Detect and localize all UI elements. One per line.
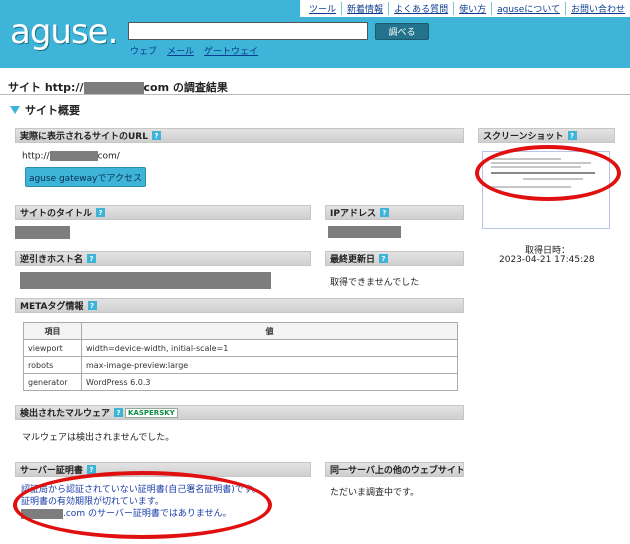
- meta-tag-table: 項目 値 viewport width=device-width, initia…: [23, 322, 458, 391]
- redacted-reverse-host: [20, 272, 271, 289]
- column-header-value: 値: [81, 322, 458, 340]
- url-prefix: http://: [22, 151, 50, 162]
- help-icon[interactable]: ?: [114, 408, 124, 417]
- section-title-site-title: サイトのタイトル: [20, 209, 93, 219]
- kaspersky-logo: KASPERSKY: [125, 407, 178, 418]
- page-title-suffix: com の調査結果: [143, 81, 228, 94]
- malware-result: マルウェアは検出されませんでした。: [22, 433, 175, 443]
- section-title-malware: 検出されたマルウェア: [20, 409, 111, 419]
- redacted-ip: [328, 226, 401, 238]
- redacted-site-title: [15, 226, 70, 239]
- table-row: generator WordPress 6.0.3: [23, 373, 458, 391]
- section-header-url: 実際に表示されるサイトのURL?: [15, 128, 464, 143]
- same-server-value: ただいま調査中です。: [330, 488, 420, 498]
- gateway-access-button[interactable]: aguse gatewayでアクセス: [25, 167, 146, 187]
- table-header-row: 項目 値: [23, 322, 458, 340]
- nav-link-howto[interactable]: 使い方: [453, 2, 491, 15]
- section-title-server-cert: サーバー証明書: [20, 466, 83, 476]
- section-title-url: 実際に表示されるサイトのURL: [20, 132, 148, 142]
- meta-key: viewport: [23, 339, 82, 357]
- tab-gateway[interactable]: ゲートウェイ: [204, 44, 258, 57]
- search-input[interactable]: [128, 22, 368, 40]
- help-icon[interactable]: ?: [379, 254, 389, 263]
- section-title-reverse-host: 逆引きホスト名: [20, 255, 84, 265]
- overview-heading[interactable]: サイト概要: [10, 102, 80, 118]
- help-icon[interactable]: ?: [567, 131, 577, 140]
- section-header-reverse-host: 逆引きホスト名?: [15, 251, 311, 266]
- meta-value: WordPress 6.0.3: [81, 373, 458, 391]
- help-icon[interactable]: ?: [96, 208, 106, 217]
- meta-key: robots: [23, 356, 82, 374]
- section-title-meta: METAタグ情報: [20, 302, 84, 312]
- section-header-last-updated: 最終更新日?: [325, 251, 464, 266]
- search-button[interactable]: 調べる: [375, 23, 429, 40]
- help-icon[interactable]: ?: [379, 208, 389, 217]
- page-title-prefix: サイト http://: [8, 81, 84, 94]
- overview-label: サイト概要: [25, 104, 80, 117]
- section-header-malware: 検出されたマルウェア? KASPERSKY: [15, 405, 464, 420]
- meta-value: max-image-preview:large: [81, 356, 458, 374]
- collapse-triangle-icon[interactable]: [10, 106, 20, 114]
- nav-link-about[interactable]: aguseについて: [491, 2, 565, 15]
- actual-url: http:// com/: [22, 151, 120, 162]
- redacted-domain: [83, 82, 144, 94]
- column-header-item: 項目: [23, 322, 82, 340]
- url-suffix: com/: [97, 151, 120, 162]
- aguse-logo[interactable]: aguse.: [10, 12, 118, 52]
- section-title-ip: IPアドレス: [330, 209, 376, 219]
- title-divider: [0, 94, 630, 95]
- nav-link-contact[interactable]: お問い合わせ: [564, 2, 630, 15]
- nav-link-tools[interactable]: ツール: [304, 2, 341, 15]
- last-updated-value: 取得できませんでした: [330, 278, 420, 288]
- section-header-ip: IPアドレス?: [325, 205, 464, 220]
- annotation-ellipse-cert: [13, 471, 272, 539]
- section-header-same-server: 同一サーバ上の他のウェブサイト (全0サイト)?: [325, 462, 464, 477]
- meta-key: generator: [23, 373, 82, 391]
- help-icon[interactable]: ?: [87, 301, 97, 310]
- page-title: サイト http:// com の調査結果: [8, 79, 228, 95]
- table-row: viewport width=device-width, initial-sca…: [23, 339, 458, 357]
- meta-value: width=device-width, initial-scale=1: [81, 339, 458, 357]
- table-row: robots max-image-preview:large: [23, 356, 458, 374]
- help-icon[interactable]: ?: [151, 131, 161, 140]
- section-header-screenshot: スクリーンショット?: [478, 128, 615, 143]
- nav-link-faq[interactable]: よくある質問: [388, 2, 453, 15]
- section-title-same-server: 同一サーバ上の他のウェブサイト (全0サイト): [330, 466, 464, 476]
- nav-link-news[interactable]: 新着情報: [341, 2, 388, 15]
- tab-web[interactable]: ウェブ: [130, 44, 157, 57]
- section-title-screenshot: スクリーンショット: [483, 132, 564, 142]
- section-header-site-title: サイトのタイトル?: [15, 205, 311, 220]
- top-nav-links: ツール 新着情報 よくある質問 使い方 aguseについて お問い合わせ: [300, 0, 630, 17]
- section-title-last-updated: 最終更新日: [330, 255, 376, 265]
- tab-mail[interactable]: メール: [167, 44, 194, 57]
- acquired-datetime: 2023-04-21 17:45:28: [499, 255, 595, 265]
- help-icon[interactable]: ?: [87, 254, 97, 263]
- annotation-ellipse-screenshot: [475, 145, 621, 201]
- redacted-domain: [49, 151, 98, 161]
- search-type-tabs: ウェブ メール ゲートウェイ: [130, 44, 258, 57]
- section-header-meta: METAタグ情報?: [15, 298, 464, 313]
